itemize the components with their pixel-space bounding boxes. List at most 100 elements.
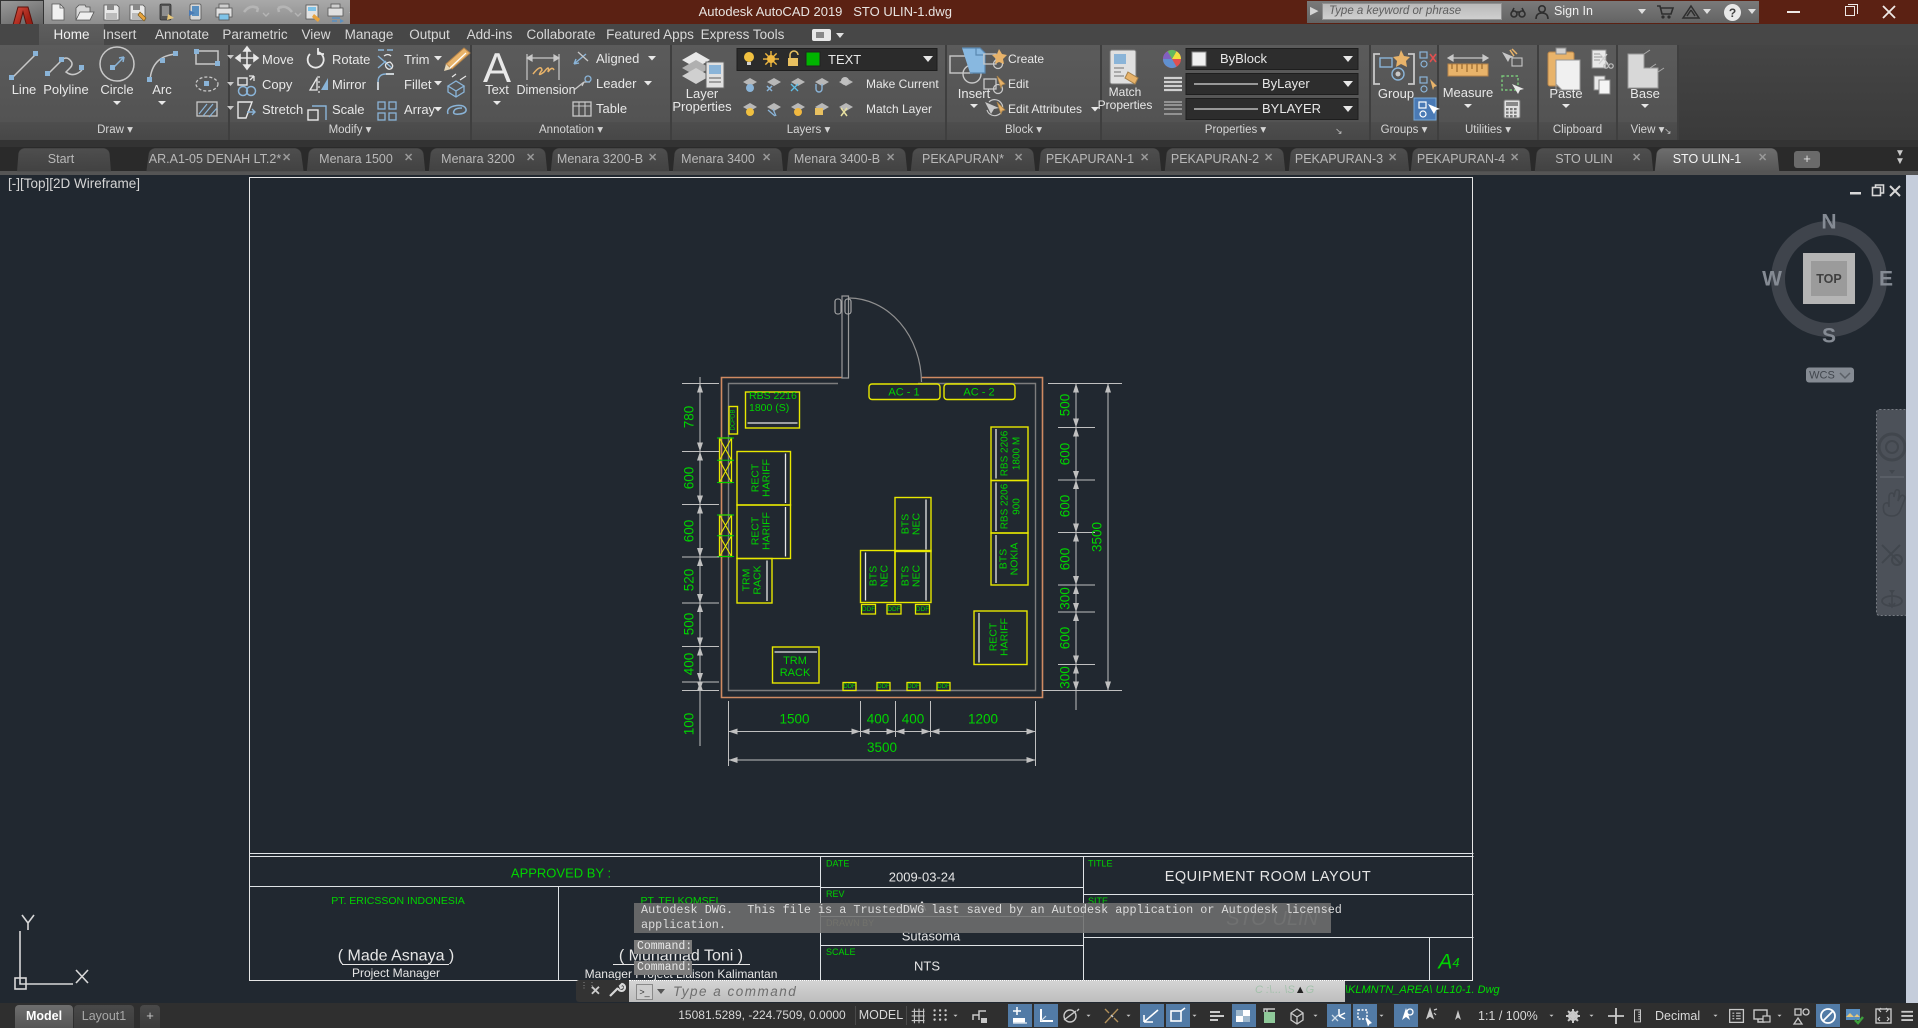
- svg-text:Rotate: Rotate: [332, 52, 370, 67]
- svg-text:Edit Attributes: Edit Attributes: [1008, 102, 1082, 116]
- svg-text:( Made Asnaya ): ( Made Asnaya ): [338, 948, 455, 965]
- svg-text:400: 400: [867, 712, 890, 727]
- svg-text:400: 400: [902, 712, 925, 727]
- svg-text:Text: Text: [485, 82, 509, 97]
- svg-text:300: 300: [1058, 587, 1073, 610]
- svg-text:DDF: DDF: [916, 606, 929, 613]
- svg-text:Edit: Edit: [1008, 77, 1029, 91]
- svg-text:100: 100: [682, 713, 697, 736]
- svg-text:400: 400: [682, 653, 697, 676]
- svg-text:REV: REV: [826, 889, 845, 899]
- svg-text:600: 600: [1058, 627, 1073, 650]
- svg-text:AC - 1: AC - 1: [888, 387, 919, 399]
- svg-text:Make Current: Make Current: [866, 77, 939, 91]
- svg-text:Table: Table: [596, 101, 627, 116]
- svg-text:500: 500: [682, 613, 697, 636]
- svg-text:Insert: Insert: [958, 86, 991, 101]
- svg-text:HARIFF: HARIFF: [999, 618, 1011, 656]
- svg-text:DATE: DATE: [826, 859, 849, 869]
- svg-text:Aligned: Aligned: [596, 51, 639, 66]
- svg-text:1500: 1500: [779, 712, 809, 727]
- svg-text:NTS: NTS: [914, 959, 940, 974]
- svg-text:Scale: Scale: [332, 102, 365, 117]
- svg-text:BYLAYER: BYLAYER: [1262, 101, 1321, 116]
- svg-text:Decimal: Decimal: [1655, 1009, 1700, 1023]
- svg-text:Polyline: Polyline: [43, 82, 89, 97]
- svg-text:DCPDB: DCPDB: [730, 409, 736, 430]
- svg-text:RBS 2206: RBS 2206: [1000, 430, 1011, 476]
- svg-text:300: 300: [1058, 666, 1073, 689]
- svg-text:Project Manager: Project Manager: [352, 966, 440, 980]
- svg-text:DDF: DDF: [862, 606, 875, 613]
- svg-text:TOP: TOP: [1816, 272, 1841, 286]
- svg-text:Arc: Arc: [152, 82, 172, 97]
- svg-text:600: 600: [682, 520, 697, 543]
- svg-text:Array: Array: [404, 102, 436, 117]
- svg-text:ByLayer: ByLayer: [1262, 76, 1310, 91]
- svg-text:AC - 2: AC - 2: [963, 387, 994, 399]
- svg-text:Line: Line: [12, 82, 37, 97]
- svg-text:Measure: Measure: [1443, 85, 1494, 100]
- svg-text:Properties: Properties: [1098, 98, 1153, 112]
- svg-text:S: S: [1822, 325, 1836, 348]
- svg-text:Properties: Properties: [672, 99, 732, 114]
- svg-text:PT. ERICSSON INDONESIA: PT. ERICSSON INDONESIA: [331, 895, 465, 907]
- svg-text:RBS 2206: RBS 2206: [1000, 483, 1011, 529]
- svg-text:Mirror: Mirror: [332, 77, 367, 92]
- svg-text:APPROVED BY :: APPROVED BY :: [511, 866, 611, 881]
- svg-text:600: 600: [682, 467, 697, 490]
- svg-text:TRM: TRM: [783, 655, 807, 667]
- svg-text:NEC: NEC: [879, 564, 891, 587]
- svg-text:DDF: DDF: [887, 606, 900, 613]
- svg-text:DDF: DDF: [877, 684, 890, 690]
- svg-text:Match Layer: Match Layer: [866, 102, 932, 116]
- svg-text:600: 600: [1058, 548, 1073, 571]
- svg-text:W: W: [1762, 268, 1782, 291]
- svg-text:600: 600: [1058, 495, 1073, 518]
- svg-text:Trim: Trim: [404, 52, 430, 67]
- svg-text:Match: Match: [1109, 85, 1142, 99]
- svg-text:HARIFF: HARIFF: [761, 459, 773, 497]
- svg-text:?: ?: [1729, 6, 1736, 20]
- svg-text:DDF: DDF: [843, 684, 856, 690]
- svg-text:TEXT: TEXT: [828, 52, 861, 67]
- svg-text:HARIFF: HARIFF: [761, 512, 773, 550]
- svg-text:RACK: RACK: [780, 667, 811, 679]
- svg-text:EQUIPMENT ROOM LAYOUT: EQUIPMENT ROOM LAYOUT: [1165, 869, 1372, 885]
- svg-text:RBS 2216: RBS 2216: [749, 390, 797, 402]
- svg-text:TITLE: TITLE: [1088, 859, 1113, 869]
- svg-text:Circle: Circle: [100, 82, 133, 97]
- svg-text:Stretch: Stretch: [262, 102, 303, 117]
- svg-text:Move: Move: [262, 52, 294, 67]
- svg-text:780: 780: [682, 406, 697, 429]
- svg-text:Paste: Paste: [1549, 86, 1582, 101]
- svg-text:Fillet: Fillet: [404, 77, 432, 92]
- svg-text:3500: 3500: [867, 740, 897, 755]
- svg-text:N: N: [1821, 211, 1836, 234]
- svg-text:Dimension: Dimension: [516, 83, 575, 97]
- svg-text:520: 520: [682, 569, 697, 592]
- svg-text:2009-03-24: 2009-03-24: [889, 870, 956, 885]
- svg-text:Group: Group: [1378, 86, 1414, 101]
- svg-text:ByBlock: ByBlock: [1220, 51, 1267, 66]
- svg-text:A4: A4: [1436, 951, 1459, 974]
- svg-text:1800 M: 1800 M: [1012, 437, 1023, 470]
- svg-text:500: 500: [1058, 394, 1073, 417]
- svg-text:[-][Top][2D Wireframe]: [-][Top][2D Wireframe]: [8, 176, 140, 191]
- svg-text:NEC: NEC: [911, 564, 923, 587]
- svg-text:900: 900: [1012, 498, 1023, 515]
- svg-text:Leader: Leader: [596, 76, 637, 91]
- svg-text:1800 (S): 1800 (S): [749, 402, 789, 414]
- svg-text:Create: Create: [1008, 52, 1044, 66]
- svg-text:DDF: DDF: [907, 684, 920, 690]
- svg-text:600: 600: [1058, 443, 1073, 466]
- svg-text:NEC: NEC: [911, 512, 923, 535]
- svg-text:3500: 3500: [1090, 522, 1105, 552]
- svg-text:Copy: Copy: [262, 77, 293, 92]
- svg-text:E: E: [1879, 268, 1893, 291]
- svg-text:DDF: DDF: [937, 684, 950, 690]
- svg-text:Base: Base: [1630, 86, 1660, 101]
- svg-text:RACK: RACK: [752, 565, 764, 594]
- svg-text:1:1 / 100%: 1:1 / 100%: [1478, 1009, 1538, 1023]
- svg-text:WCS: WCS: [1809, 370, 1835, 382]
